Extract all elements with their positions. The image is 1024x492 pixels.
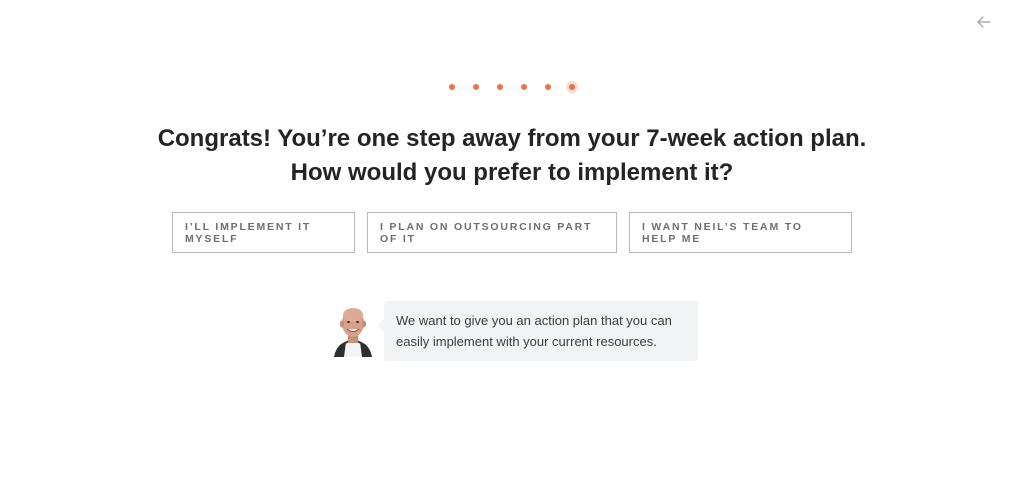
advisor-message-text: We want to give you an action plan that … xyxy=(396,313,672,349)
progress-dot-current xyxy=(569,84,575,90)
option-neils-team-button[interactable]: I want Neil’s team to help me xyxy=(629,212,852,253)
advisor-speech-bubble: We want to give you an action plan that … xyxy=(378,301,698,361)
progress-dot xyxy=(497,84,503,90)
avatar xyxy=(332,301,374,358)
progress-dots xyxy=(0,82,1024,92)
progress-dot xyxy=(473,84,479,90)
question-title: Congrats! You’re one step away from your… xyxy=(0,122,1024,190)
back-button[interactable] xyxy=(976,14,992,30)
page: Congrats! You’re one step away from your… xyxy=(0,0,1024,492)
arrow-left-icon xyxy=(977,16,991,28)
progress-dot xyxy=(449,84,455,90)
question-line-2: How would you prefer to implement it? xyxy=(290,159,734,186)
progress-dot xyxy=(521,84,527,90)
option-outsourcing-button[interactable]: I plan on outsourcing part of it xyxy=(367,212,617,253)
question-line-1: Congrats! You’re one step away from your… xyxy=(157,125,867,152)
advisor-message: We want to give you an action plan that … xyxy=(332,301,698,361)
advisor-photo xyxy=(334,308,372,358)
option-implement-myself-button[interactable]: I’ll implement it myself xyxy=(172,212,355,253)
answer-options: I’ll implement it myself I plan on outso… xyxy=(0,212,1024,253)
progress-dot xyxy=(545,84,551,90)
